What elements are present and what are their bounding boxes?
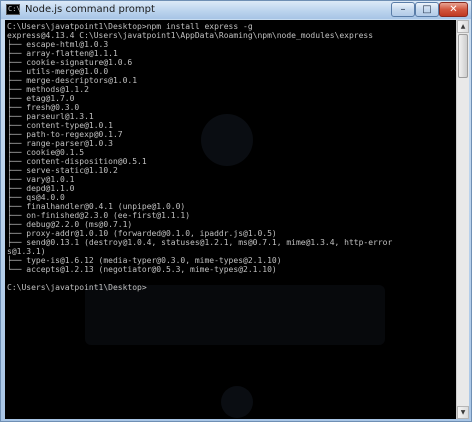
terminal-line: ├── vary@1.0.1 (7, 175, 75, 184)
terminal-line: ├── range-parser@1.0.3 (7, 139, 113, 148)
command-prompt-icon[interactable]: C:\ (6, 4, 21, 15)
terminal-line: ├── utils-merge@1.0.0 (7, 67, 109, 76)
terminal-prompt-line: C:\Users\javatpoint1\Desktop> (7, 283, 147, 292)
maximize-button[interactable]: □ (415, 2, 439, 17)
terminal-line: ├── content-disposition@0.5.1 (7, 157, 147, 166)
terminal-line: C:\Users\javatpoint1\Desktop>npm install… (7, 22, 253, 31)
terminal-line: ├── qs@4.0.0 (7, 193, 65, 202)
terminal-line: ├── path-to-regexp@0.1.7 (7, 130, 123, 139)
terminal-line: ├── escape-html@1.0.3 (7, 40, 109, 49)
terminal-line: └── accepts@1.2.13 (negotiator@0.5.3, mi… (7, 265, 277, 274)
terminal-line: ├── on-finished@2.3.0 (ee-first@1.1.1) (7, 211, 191, 220)
terminal-line: ├── array-flatten@1.1.1 (7, 49, 118, 58)
terminal-line: ├── send@0.13.1 (destroy@1.0.4, statuses… (7, 238, 393, 247)
terminal-line: ├── proxy-addr@1.0.10 (forwarded@0.1.0, … (7, 229, 277, 238)
terminal-line: ├── methods@1.1.2 (7, 85, 89, 94)
vertical-scrollbar[interactable]: ▲ ▼ (456, 20, 469, 419)
title-bar[interactable]: C:\ Node.js command prompt – □ ✕ (1, 1, 471, 19)
terminal-line: ├── depd@1.1.0 (7, 184, 75, 193)
terminal-line: ├── serve-static@1.10.2 (7, 166, 118, 175)
terminal-line: ├── debug@2.2.0 (ms@0.7.1) (7, 220, 133, 229)
terminal-line: ├── type-is@1.6.12 (media-typer@0.3.0, m… (7, 256, 282, 265)
terminal-line: ├── merge-descriptors@1.0.1 (7, 76, 138, 85)
terminal-line: ├── etag@1.7.0 (7, 94, 75, 103)
watermark-circle-small (221, 386, 253, 418)
terminal-line: s@1.3.1) (7, 247, 46, 256)
scroll-down-arrow-icon[interactable]: ▼ (457, 406, 469, 419)
terminal-line: ├── cookie@0.1.5 (7, 148, 85, 157)
terminal-line: ├── parseurl@1.3.1 (7, 112, 94, 121)
terminal-line: ├── fresh@0.3.0 (7, 103, 80, 112)
minimize-button[interactable]: – (391, 2, 415, 17)
scroll-up-arrow-icon[interactable]: ▲ (457, 20, 469, 33)
console-output-area[interactable]: C:\Users\javatpoint1\Desktop>npm install… (5, 20, 456, 419)
terminal-line: ├── finalhandler@0.4.1 (unpipe@1.0.0) (7, 202, 186, 211)
window-title: Node.js command prompt (25, 4, 155, 15)
terminal-text: C:\Users\javatpoint1\Desktop>npm install… (7, 22, 392, 292)
terminal-line: ├── content-type@1.0.1 (7, 121, 113, 130)
scrollbar-thumb[interactable] (458, 34, 468, 78)
terminal-line: ├── cookie-signature@1.0.6 (7, 58, 133, 67)
command-prompt-window: C:\ Node.js command prompt – □ ✕ C:\User… (0, 0, 472, 422)
watermark-band (85, 285, 385, 345)
terminal-line: express@4.13.4 C:\Users\javatpoint1\AppD… (7, 31, 374, 40)
close-button[interactable]: ✕ (439, 2, 468, 17)
